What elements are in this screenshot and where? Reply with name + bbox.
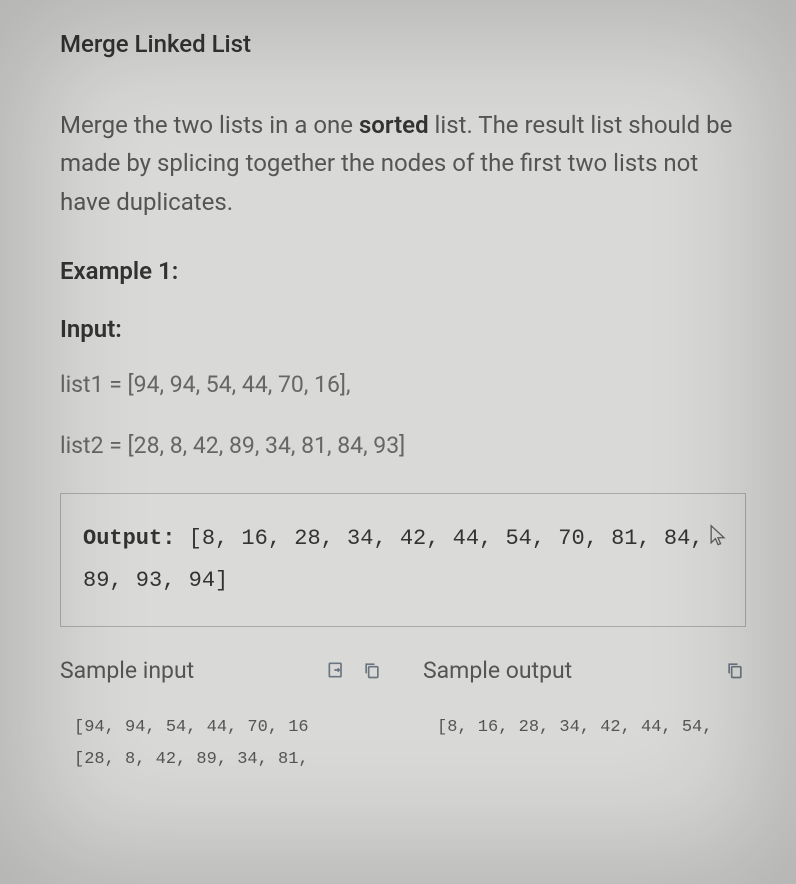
input-label: Input: xyxy=(60,315,746,343)
description-bold: sorted xyxy=(359,111,429,139)
copy-icon[interactable] xyxy=(724,659,746,681)
export-icon[interactable] xyxy=(325,659,347,681)
samples-header-row: Sample input Sample output xyxy=(60,657,746,684)
sample-input-data: [94, 94, 54, 44, 70, 16 [28, 8, 42, 89, … xyxy=(60,706,383,777)
problem-description: Merge the two lists in a one sorted list… xyxy=(60,106,746,221)
list2-line: list2 = [28, 8, 42, 89, 34, 81, 84, 93] xyxy=(60,432,746,459)
sample-input-line: [94, 94, 54, 44, 70, 16 xyxy=(74,712,369,744)
output-box: Output: [8, 16, 28, 34, 42, 44, 54, 70, … xyxy=(60,493,746,627)
example-label: Example 1: xyxy=(60,257,746,285)
sample-output-line: [8, 16, 28, 34, 42, 44, 54, xyxy=(437,712,732,744)
sample-input-label: Sample input xyxy=(60,657,311,684)
sample-output-data: [8, 16, 28, 34, 42, 44, 54, xyxy=(423,706,746,777)
page-title: Merge Linked List xyxy=(60,30,746,58)
output-value: [8, 16, 28, 34, 42, 44, 54, 70, 81, 84, … xyxy=(83,526,704,593)
list1-line: list1 = [94, 94, 54, 44, 70, 16], xyxy=(60,371,746,398)
output-label: Output: xyxy=(83,526,175,551)
samples-data-row: [94, 94, 54, 44, 70, 16 [28, 8, 42, 89, … xyxy=(60,706,746,777)
cursor-icon xyxy=(709,522,727,546)
sample-input-line: [28, 8, 42, 89, 34, 81, xyxy=(74,744,369,776)
sample-input-header: Sample input xyxy=(60,657,383,684)
sample-output-label: Sample output xyxy=(423,657,710,684)
copy-icon[interactable] xyxy=(361,659,383,681)
description-pre: Merge the two lists in a one xyxy=(60,111,359,139)
sample-output-header: Sample output xyxy=(423,657,746,684)
